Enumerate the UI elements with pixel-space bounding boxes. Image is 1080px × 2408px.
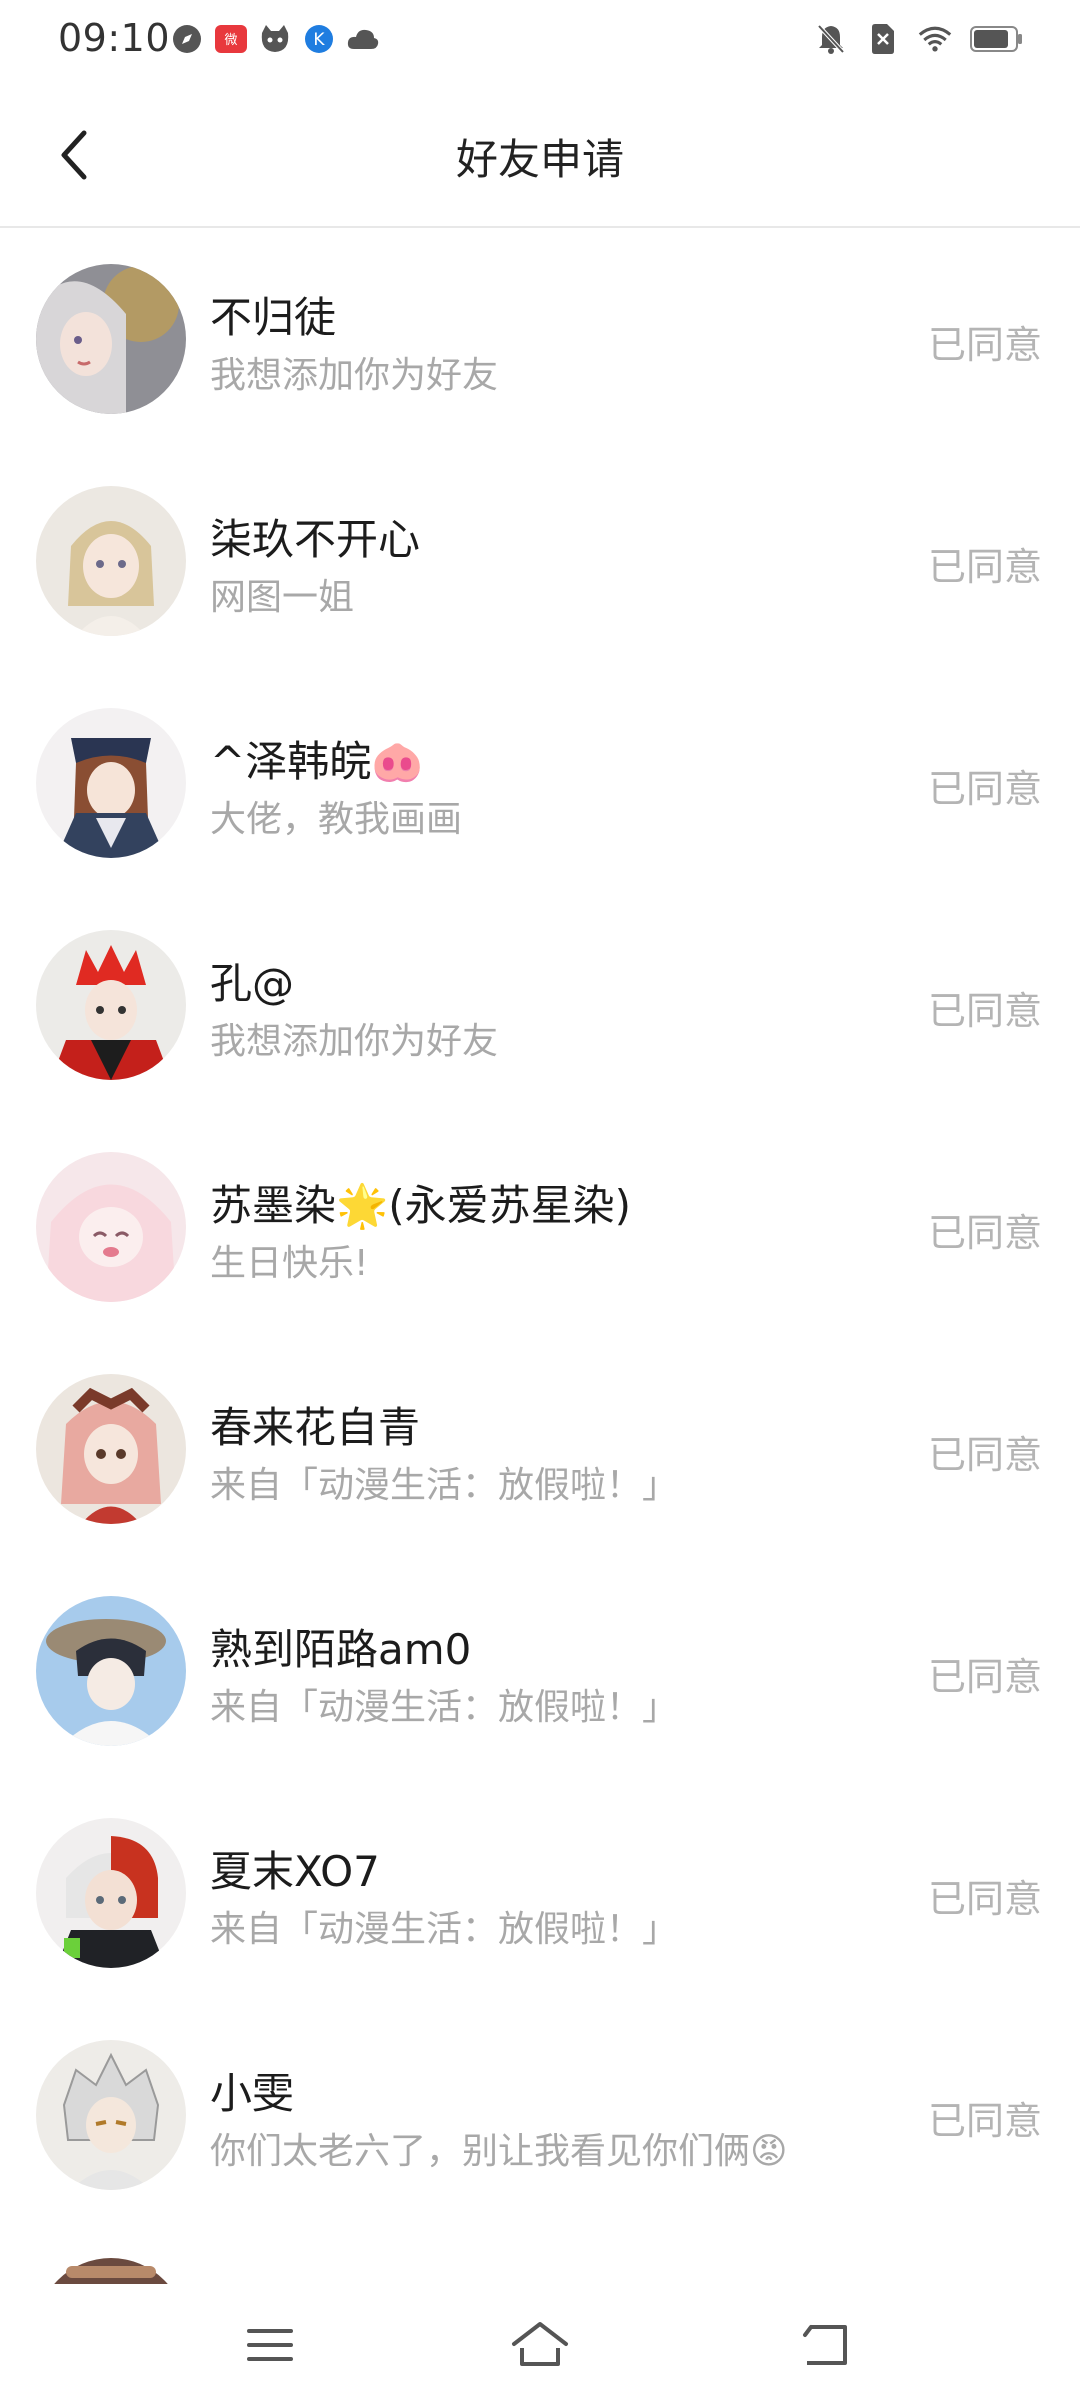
status-label-agreed: 已同意 bbox=[927, 1211, 1042, 1255]
avatar[interactable] bbox=[36, 1152, 186, 1302]
weibo-icon: 微 bbox=[214, 22, 248, 56]
request-message: 来自「动漫生活：放假啦！」 bbox=[210, 1909, 679, 1950]
bell-off-icon bbox=[814, 22, 848, 56]
home-button[interactable] bbox=[495, 2310, 585, 2380]
list-item[interactable]: 夏末XO7 来自「动漫生活：放假啦！」 已同意 bbox=[0, 1782, 1080, 2004]
status-label-agreed: 已同意 bbox=[927, 323, 1042, 367]
request-message: 网图一姐 bbox=[210, 577, 355, 618]
app-header: 好友申请 bbox=[0, 80, 1080, 228]
svg-text:微: 微 bbox=[224, 33, 237, 48]
home-icon bbox=[512, 2322, 568, 2366]
menu-button[interactable] bbox=[225, 2310, 315, 2380]
notification-icons: 微 K bbox=[170, 22, 380, 56]
cloud-icon bbox=[346, 22, 380, 56]
request-name: 柒玖不开心 bbox=[210, 515, 421, 564]
request-name: ^泽韩皖🐽 bbox=[210, 737, 424, 786]
system-icons bbox=[814, 22, 1024, 56]
list-item[interactable]: 孔@ 我想添加你为好友 已同意 bbox=[0, 894, 1080, 1116]
avatar[interactable] bbox=[36, 930, 186, 1080]
pig-nose-emoji: 🐽 bbox=[371, 737, 424, 786]
request-message: 来自「动漫生活：放假啦！」 bbox=[210, 1687, 679, 1728]
avatar[interactable] bbox=[36, 1374, 186, 1524]
list-item[interactable]: 苏墨染🌟(永爱苏星染) 生日快乐! 已同意 bbox=[0, 1116, 1080, 1338]
avatar-partial[interactable] bbox=[36, 2258, 186, 2284]
request-message: 我想添加你为好友 bbox=[210, 1021, 499, 1062]
compass-icon bbox=[170, 22, 204, 56]
status-label-agreed: 已同意 bbox=[927, 545, 1042, 589]
status-label-agreed: 已同意 bbox=[927, 989, 1042, 1033]
status-label-agreed: 已同意 bbox=[927, 1877, 1042, 1921]
list-item[interactable]: 春来花自青 来自「动漫生活：放假啦！」 已同意 bbox=[0, 1338, 1080, 1560]
list-item[interactable]: ^泽韩皖🐽 大佬，教我画画 已同意 bbox=[0, 672, 1080, 894]
status-label-agreed: 已同意 bbox=[927, 767, 1042, 811]
request-name: 熟到陌路am0 bbox=[210, 1625, 472, 1674]
svg-text:K: K bbox=[313, 30, 325, 50]
list-item[interactable]: 不归徒 我想添加你为好友 已同意 bbox=[0, 228, 1080, 450]
request-name: 春来花自青 bbox=[210, 1403, 421, 1452]
system-nav-bar bbox=[0, 2284, 1080, 2408]
request-name: 孔@ bbox=[210, 959, 295, 1008]
status-bar: 09:10 微 K bbox=[0, 0, 1080, 80]
k-app-icon: K bbox=[302, 22, 336, 56]
battery-icon bbox=[970, 22, 1024, 56]
avatar[interactable] bbox=[36, 1596, 186, 1746]
request-name: 小雯 bbox=[210, 2069, 295, 2118]
sim-off-icon bbox=[866, 22, 900, 56]
status-label-agreed: 已同意 bbox=[927, 1433, 1042, 1477]
avatar[interactable] bbox=[36, 1818, 186, 1968]
avatar[interactable] bbox=[36, 2040, 186, 2190]
friend-request-list: 不归徒 我想添加你为好友 已同意 柒玖不开心 网图一姐 已同意 ^泽韩皖🐽 大佬… bbox=[0, 228, 1080, 2226]
nav-back-button[interactable] bbox=[780, 2310, 870, 2380]
back-icon bbox=[803, 2325, 847, 2365]
list-item[interactable]: 熟到陌路am0 来自「动漫生活：放假啦！」 已同意 bbox=[0, 1560, 1080, 1782]
status-time: 09:10 bbox=[58, 16, 171, 60]
wifi-icon bbox=[918, 22, 952, 56]
menu-icon bbox=[247, 2329, 293, 2361]
request-name: 苏墨染🌟(永爱苏星染) bbox=[210, 1181, 632, 1230]
request-message: 我想添加你为好友 bbox=[210, 355, 499, 396]
request-name: 不归徒 bbox=[210, 293, 337, 342]
status-label-agreed: 已同意 bbox=[927, 1655, 1042, 1699]
cat-app-icon bbox=[258, 22, 292, 56]
request-message: 生日快乐! bbox=[210, 1243, 369, 1284]
status-label-agreed: 已同意 bbox=[927, 2099, 1042, 2143]
request-message: 来自「动漫生活：放假啦！」 bbox=[210, 1465, 679, 1506]
request-message: 大佬，教我画画 bbox=[210, 799, 463, 840]
avatar[interactable] bbox=[36, 264, 186, 414]
request-name: 夏末XO7 bbox=[210, 1847, 380, 1896]
list-item[interactable]: 柒玖不开心 网图一姐 已同意 bbox=[0, 450, 1080, 672]
request-message: 你们太老六了，别让我看见你们俩😡 bbox=[210, 2131, 788, 2172]
list-item[interactable]: 小雯 你们太老六了，别让我看见你们俩😡 已同意 bbox=[0, 2004, 1080, 2226]
avatar[interactable] bbox=[36, 486, 186, 636]
avatar[interactable] bbox=[36, 708, 186, 858]
page-title: 好友申请 bbox=[455, 135, 624, 184]
